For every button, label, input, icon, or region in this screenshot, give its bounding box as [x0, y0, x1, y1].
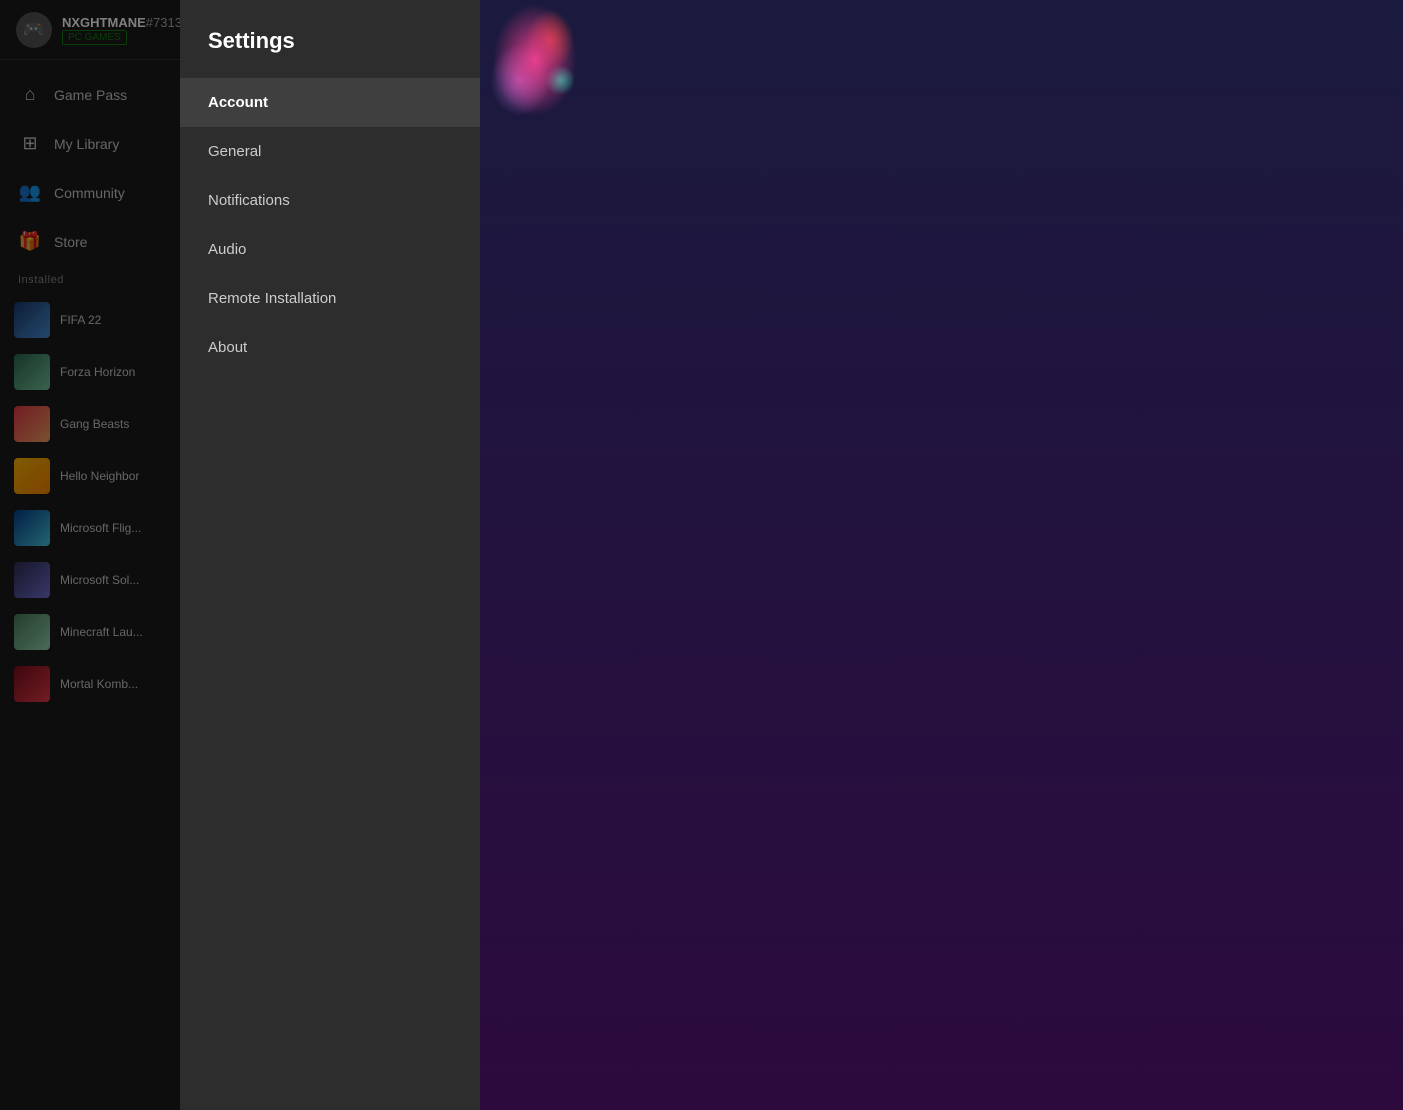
avatar-artwork	[520, 86, 650, 216]
settings-nav-account[interactable]: Account	[180, 78, 480, 127]
settings-panel-left: Settings Account General Notifications A…	[180, 0, 480, 1110]
settings-nav-audio[interactable]: Audio	[180, 225, 480, 274]
profile-avatar	[520, 86, 650, 216]
settings-nav-remote[interactable]: Remote Installation	[180, 274, 480, 323]
settings-overlay: Settings Account General Notifications A…	[0, 0, 1403, 1110]
settings-nav-about[interactable]: About	[180, 323, 480, 372]
settings-panel-right: ✕ Account EDIT NXGHTMANE#7313 CHANGE GAM…	[480, 0, 1403, 1110]
settings-nav-general[interactable]: General	[180, 127, 480, 176]
settings-title: Settings	[180, 28, 480, 78]
settings-nav-notifications[interactable]: Notifications	[180, 176, 480, 225]
